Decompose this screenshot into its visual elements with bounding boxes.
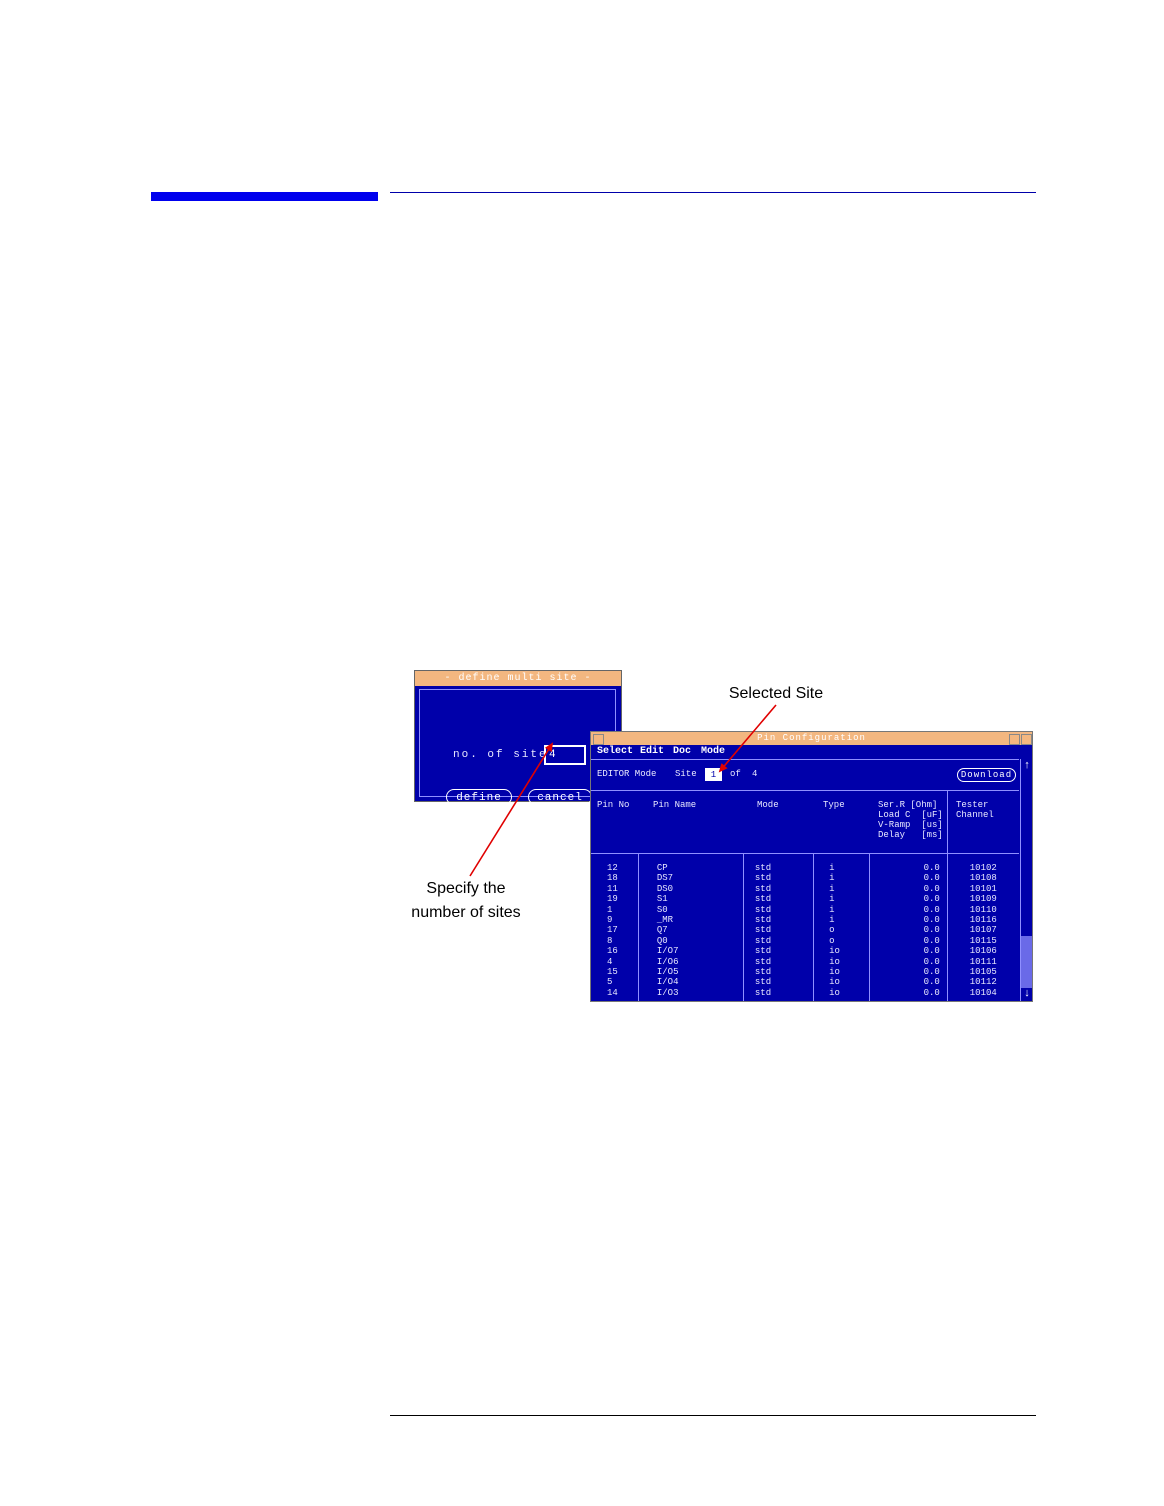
callout-arrows xyxy=(469,704,777,877)
footer-rule xyxy=(390,1415,1036,1416)
sites-count-arrow xyxy=(469,742,554,877)
selected-site-arrow xyxy=(718,704,777,773)
